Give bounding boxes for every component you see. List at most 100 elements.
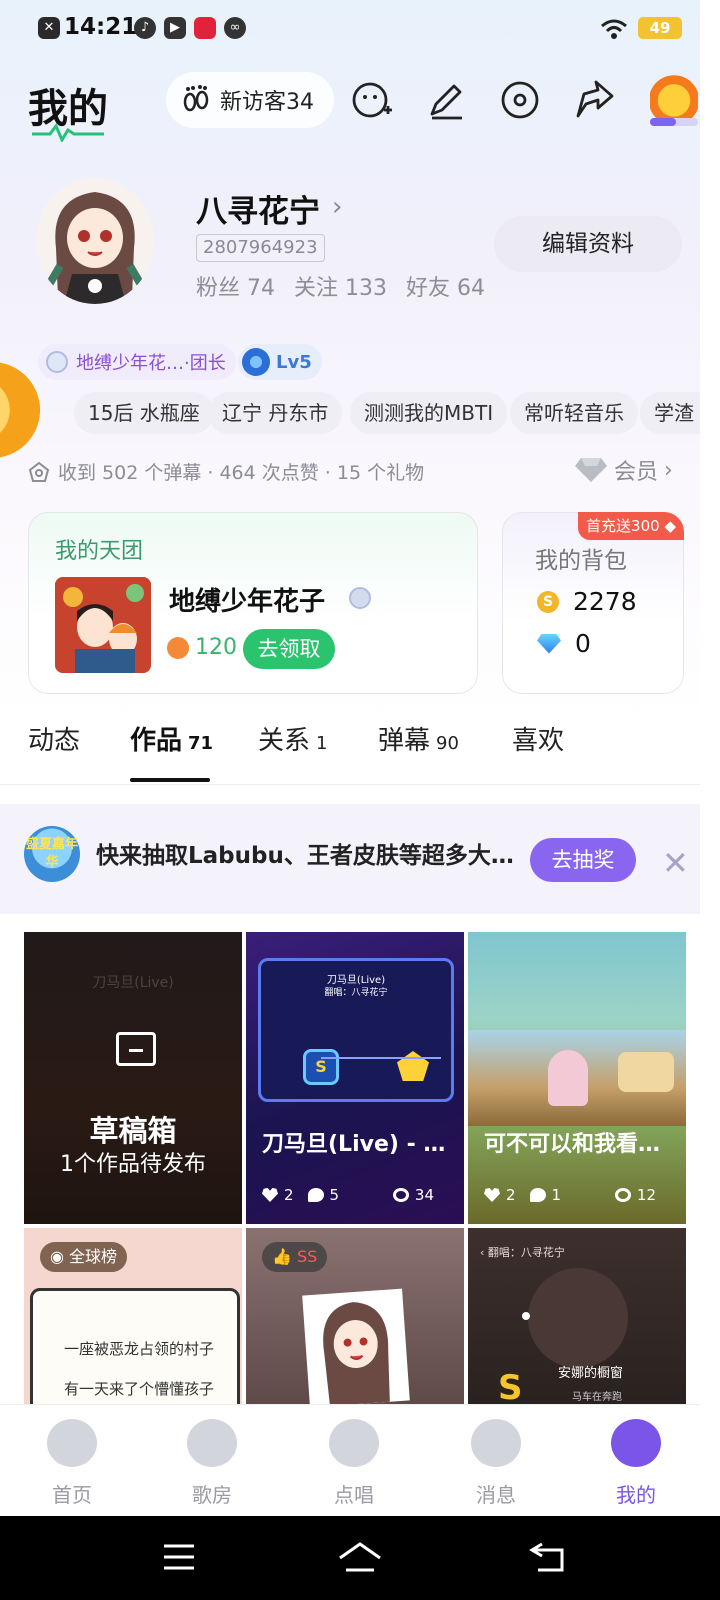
bag-label: 我的背包	[535, 548, 627, 574]
username[interactable]: 八寻花宁	[196, 186, 320, 231]
following-count[interactable]: 关注 133	[294, 276, 387, 301]
avatar[interactable]	[36, 178, 154, 304]
song-name: 安娜的橱窗	[558, 1366, 624, 1381]
global-rank-badge: ◉ 全球榜	[40, 1242, 128, 1272]
claim-button[interactable]: 去领取	[243, 629, 335, 669]
back-icon[interactable]	[528, 1540, 568, 1574]
nav-home[interactable]: 首页	[0, 1405, 144, 1517]
add-friend-icon[interactable]	[350, 78, 394, 122]
team-image	[55, 577, 151, 673]
work-item-2[interactable]: 可不可以和我看… 2 1 12	[468, 932, 686, 1224]
comment-icon	[529, 1188, 546, 1202]
tab-works[interactable]: 作品 71	[130, 720, 213, 757]
vip-chevron-icon: ›	[664, 457, 673, 483]
track-line	[321, 1057, 441, 1059]
first-recharge-badge[interactable]: 首充送300 ◆	[578, 512, 684, 540]
active-tab-indicator	[130, 778, 210, 782]
star-coin-icon	[167, 636, 189, 659]
draft-bg-text: 刀马旦(Live)	[92, 975, 174, 991]
my-bag-card[interactable]: 首充送300 ◆ 我的背包 S 2278 0	[502, 512, 684, 694]
wifi-icon	[601, 19, 627, 39]
work-title: 刀马旦(Live) - …	[262, 1132, 446, 1157]
tab-danmaku[interactable]: 弹幕 90	[378, 720, 459, 757]
game-scene	[468, 1030, 686, 1126]
nav-me-label: 我的	[616, 1483, 656, 1507]
user-id: 2807964923	[196, 234, 325, 262]
nav-messages[interactable]: 消息	[424, 1405, 568, 1517]
treasure-chest-icon[interactable]	[650, 74, 698, 122]
score-s-icon: S	[498, 1368, 523, 1404]
promo-banner[interactable]: 盛夏嘉年华 快来抽取Labubu、王者皮肤等超多大… 去抽奖 ✕	[0, 804, 700, 914]
nav-me[interactable]: 我的	[564, 1405, 708, 1517]
tab-works-count: 71	[188, 733, 214, 754]
progress-dot	[522, 1312, 530, 1320]
chevron-right-icon[interactable]: ›	[332, 192, 342, 222]
team-badge-label: 地缚少年花…·团长	[76, 353, 226, 374]
tab-feed[interactable]: 动态	[28, 720, 80, 757]
tag-mbti[interactable]: 测测我的MBTI	[350, 392, 508, 434]
drafts-title: 草稿箱	[89, 1114, 177, 1148]
folder-icon	[116, 1032, 156, 1066]
global-rank-label: 全球榜	[69, 1247, 118, 1266]
nav-sing[interactable]: 点唱	[282, 1405, 426, 1517]
verified-icon	[349, 587, 371, 609]
team-leader-badge[interactable]: 地缚少年花…·团长	[38, 344, 236, 380]
edit-profile-button[interactable]: 编辑资料	[494, 216, 682, 272]
view-icon	[393, 1188, 409, 1202]
score-icon: S	[303, 1049, 339, 1085]
tab-danmaku-count: 90	[436, 733, 459, 754]
pentagon-icon	[28, 461, 50, 482]
drafts-tile[interactable]: 刀马旦(Live) 草稿箱 1个作品待发布	[24, 932, 242, 1224]
tab-relations[interactable]: 关系 1	[258, 720, 327, 757]
nav-ktv[interactable]: 歌房	[140, 1405, 284, 1517]
work-stats: 2 1 12	[484, 1186, 670, 1204]
like-count: 2	[284, 1186, 294, 1204]
message-icon	[471, 1419, 521, 1467]
status-bar: ✕ 14:21 ♪ ▶ ∞ 49	[0, 0, 720, 56]
first-recharge-label: 首充送300	[586, 517, 660, 535]
video-icon: ▶	[164, 17, 186, 39]
menu-icon[interactable]	[162, 1542, 196, 1572]
work-item-3[interactable]: ◉ 全球榜 一座被恶龙占领的村子 有一天来了个懵懂孩子	[24, 1228, 242, 1404]
lyric-line-1: 一座被恶龙占领的村子	[64, 1340, 215, 1358]
work-stats: 2 5 34	[262, 1186, 448, 1204]
tag-music[interactable]: 常听轻音乐	[510, 392, 638, 434]
screen-subtitle: 翻唱：八寻花宁	[324, 988, 388, 998]
tag-study[interactable]: 学渣	[640, 392, 700, 434]
work-item-4[interactable]: 👍 SS	[246, 1228, 464, 1404]
level-badge[interactable]: Lv5	[238, 344, 322, 380]
tab-works-label: 作品	[130, 726, 183, 756]
settings-icon[interactable]	[498, 78, 542, 122]
comment-count: 5	[329, 1186, 340, 1204]
gem-row: 0	[537, 629, 591, 658]
fans-count[interactable]: 粉丝 74	[196, 276, 275, 301]
vip-link[interactable]: 会员 ›	[574, 454, 673, 486]
tab-likes[interactable]: 喜欢	[512, 720, 564, 757]
cover-header: ‹ 翻唱：八寻花宁	[480, 1246, 565, 1259]
diamond-icon	[575, 458, 607, 482]
diamond-small-icon: ◆	[659, 517, 676, 535]
lottery-button[interactable]: 去抽奖	[530, 838, 636, 882]
panel	[618, 1052, 674, 1092]
nav-messages-label: 消息	[476, 1483, 516, 1507]
work-item-5[interactable]: ‹ 翻唱：八寻花宁 安娜的橱窗 S 马车在奔跑	[468, 1228, 686, 1404]
character	[548, 1050, 588, 1106]
friends-count[interactable]: 好友 64	[406, 276, 485, 301]
bottom-navigation: 首页 歌房 点唱 消息 我的	[0, 1404, 700, 1516]
share-icon[interactable]	[572, 78, 616, 122]
home-button-icon[interactable]	[336, 1540, 384, 1574]
tag-location[interactable]: 辽宁 丹东市	[208, 392, 343, 434]
received-summary: 收到 502 个弹幕 · 464 次点赞 · 15 个礼物	[28, 458, 424, 485]
work-item-1[interactable]: 刀马旦(Live) 翻唱：八寻花宁 S 刀马旦(Live) - … 2 5 34	[246, 932, 464, 1224]
comment-icon	[307, 1188, 324, 1202]
tag-zodiac[interactable]: 15后 水瓶座	[74, 392, 214, 434]
my-team-card[interactable]: 我的天团 地缚少年花子 120 去领取	[28, 512, 478, 694]
battery-indicator: 49	[638, 17, 682, 39]
like-icon	[484, 1188, 500, 1202]
close-icon[interactable]: ✕	[662, 844, 689, 882]
cover-header-label: 翻唱：八寻花宁	[487, 1246, 565, 1259]
new-visitors-button[interactable]: 新访客34	[166, 72, 334, 128]
edit-icon[interactable]	[424, 78, 468, 122]
view-icon	[615, 1188, 631, 1202]
tab-relations-label: 关系	[258, 726, 311, 756]
